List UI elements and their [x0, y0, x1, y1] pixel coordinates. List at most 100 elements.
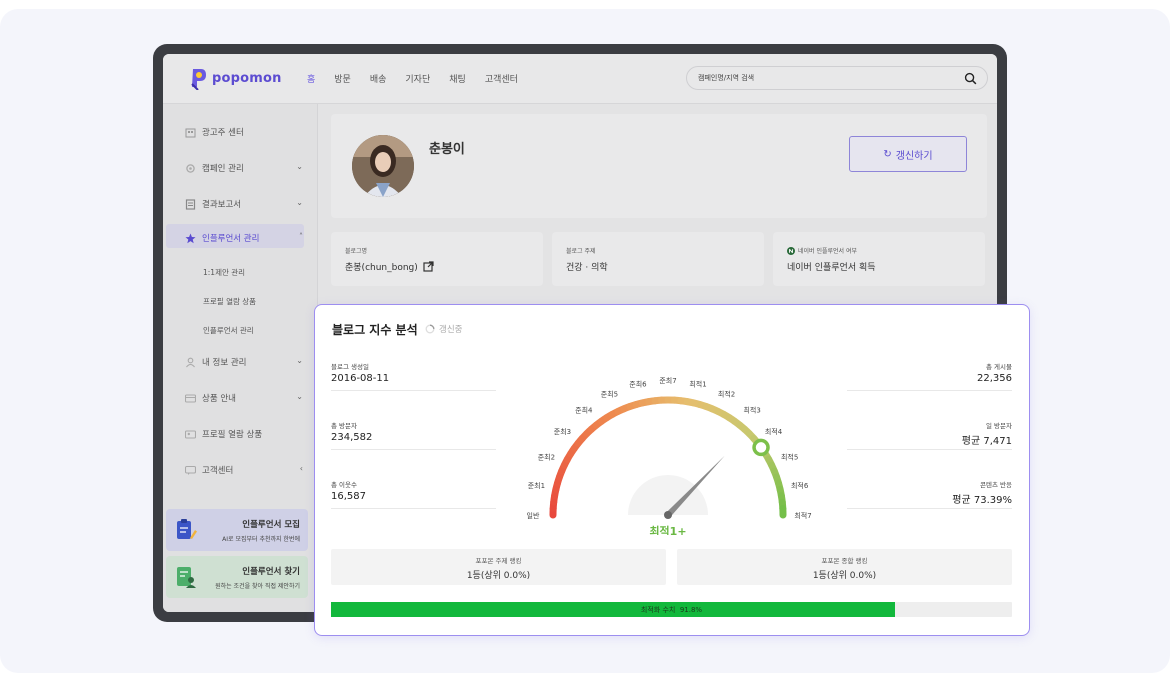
optimization-progress-bar: 최적화 수치 91.8%: [331, 602, 1012, 617]
sidebar-item-campaign[interactable]: 캠페인 관리: [185, 162, 244, 174]
ranking-topic: 포포몬 주제 랭킹 1등(상위 0.0%): [331, 549, 666, 585]
sidebar-subitem-influencer-manage[interactable]: 인플루언서 관리: [203, 325, 254, 336]
refresh-button[interactable]: ↻ 갱신하기: [849, 136, 967, 172]
gauge-level-label: 최적6: [791, 481, 809, 490]
sidebar-item-product-guide[interactable]: 상품 안내: [185, 392, 236, 404]
stat-label: 총 게시물: [986, 363, 1012, 371]
avatar-photo-icon: [352, 135, 414, 197]
sidebar-item-my-info[interactable]: 내 정보 관리: [185, 356, 247, 368]
progress-label: 최적화 수치: [640, 606, 676, 614]
star-icon: [185, 233, 196, 243]
profile-name: 춘봉이: [429, 142, 465, 157]
promo-find-influencer[interactable]: 인플루언서 찾기 원하는 조건을 찾아 직접 제안하기: [166, 556, 308, 598]
profile-card: 춘봉이 ↻ 갱신하기: [331, 114, 987, 218]
naver-icon: [787, 246, 795, 255]
gauge-center-glow: [628, 475, 708, 515]
clipboard-pen-icon: [177, 519, 197, 539]
refresh-icon: ↻: [883, 148, 892, 160]
info-card-label: 블로그명: [345, 248, 368, 255]
stat-total-posts: 총 게시물 22,356: [847, 361, 1012, 391]
info-card-label: 블로그 주제: [566, 248, 596, 255]
promo-recruit-influencer[interactable]: 인플루언서 모집 AI로 모집부터 추천까지 한번에: [166, 509, 308, 551]
gauge-level-label: 최적7: [794, 511, 811, 520]
sidebar-item-label: 캠페인 관리: [202, 164, 244, 174]
stat-daily-visitors: 일 방문자 평균 7,471: [847, 420, 1012, 450]
gauge-level-label: 준최3: [554, 427, 571, 436]
gear-icon: [186, 163, 195, 173]
chevron-down-icon[interactable]: ⌄: [296, 198, 303, 207]
chevron-down-icon[interactable]: ⌄: [296, 392, 303, 401]
stat-value: 평균 7,471: [961, 436, 1012, 447]
info-card-value-row: 네이버 인플루언서 획득: [787, 260, 876, 273]
sidebar-item-customer-center[interactable]: 고객센터: [185, 464, 233, 476]
nav-support[interactable]: 고객센터: [485, 72, 518, 85]
info-card-value: 네이버 인플루언서 획득: [787, 263, 876, 273]
card-icon: [185, 393, 196, 403]
chat-icon: [185, 465, 196, 475]
gauge-level-label: 준최2: [538, 452, 555, 461]
loading-spinner-icon: [425, 324, 435, 334]
info-card-value: 건강 · 의학: [566, 263, 608, 273]
brand-logo[interactable]: popomon: [189, 66, 282, 90]
ranking-value: 1등(상위 0.0%): [812, 571, 877, 581]
refresh-button-label: 갱신하기: [895, 150, 933, 162]
gauge-current-label: 최적1+: [649, 524, 686, 535]
chevron-left-icon[interactable]: ‹: [300, 464, 303, 473]
info-card-naver-influencer: 네이버 인플루언서 여부 네이버 인플루언서 획득: [773, 232, 985, 286]
search-input[interactable]: 캠페인명/지역 검색: [686, 66, 988, 90]
stat-label: 총 이웃수: [331, 481, 357, 489]
blog-index-analysis-card: 블로그 지수 분석 갱신중 블로그 생성일 2016-08-11 총 방문자 2…: [314, 304, 1030, 636]
stat-blog-created: 블로그 생성일 2016-08-11: [331, 361, 496, 391]
gauge-level-label: 준최6: [629, 379, 647, 388]
promo-subtitle: 원하는 조건을 찾아 직접 제안하기: [215, 583, 300, 590]
avatar: [352, 135, 414, 197]
sidebar-item-influencer[interactable]: 인플루언서 관리: [185, 232, 259, 244]
person-icon: [186, 357, 195, 367]
sidebar-item-label: 광고주 센터: [202, 128, 244, 138]
sidebar: 광고주 센터 캠페인 관리 ⌄ 결과보고서 ⌄ 인플루언서 관리 ˄ 1:1제안…: [163, 104, 318, 612]
external-link-icon[interactable]: [423, 261, 434, 272]
stat-label: 일 방문자: [986, 422, 1012, 430]
gauge-level-label: 준최4: [575, 405, 593, 414]
chevron-up-icon[interactable]: ˄: [299, 232, 303, 241]
nav-chat[interactable]: 채팅: [449, 72, 466, 85]
sidebar-item-report[interactable]: 결과보고서: [185, 198, 241, 210]
nav-reporters[interactable]: 기자단: [405, 72, 430, 85]
gauge-level-label: 준최5: [601, 389, 618, 398]
stat-label: 총 방문자: [331, 422, 357, 430]
brand-name: popomon: [212, 70, 282, 86]
ranking-label: 포포몬 종합 랭킹: [821, 557, 868, 565]
search-icon[interactable]: [964, 72, 977, 85]
chevron-down-icon[interactable]: ⌄: [296, 162, 303, 171]
chevron-down-icon[interactable]: ⌄: [296, 356, 303, 365]
ranking-overall: 포포몬 종합 랭킹 1등(상위 0.0%): [677, 549, 1012, 585]
sidebar-subitem-proposal[interactable]: 1:1제안 관리: [203, 267, 245, 278]
sidebar-item-label: 내 정보 관리: [202, 358, 247, 368]
gauge-level-label: 최적3: [743, 405, 760, 414]
gauge-needle-hub: [664, 511, 672, 519]
profile-card-icon: [185, 429, 196, 439]
analysis-status: 갱신중: [425, 323, 462, 335]
ranking-value: 1등(상위 0.0%): [466, 571, 531, 581]
sidebar-item-label: 고객센터: [202, 466, 234, 476]
sidebar-item-label: 상품 안내: [202, 394, 236, 404]
nav-visit[interactable]: 방문: [334, 72, 351, 85]
ranking-label: 포포몬 주제 랭킹: [475, 557, 522, 565]
nav-delivery[interactable]: 배송: [370, 72, 387, 85]
promo-title: 인플루언서 찾기: [242, 567, 300, 577]
stat-label: 콘텐츠 반응: [980, 481, 1012, 489]
stat-value: 16,587: [331, 491, 366, 502]
report-icon: [185, 198, 196, 210]
top-navbar: popomon 홈 방문 배송 기자단 채팅 고객센터 캠페인명/지역 검색: [163, 54, 997, 104]
main-nav: 홈 방문 배송 기자단 채팅 고객센터: [307, 72, 537, 85]
sidebar-item-advertiser-center[interactable]: 광고주 센터: [185, 126, 244, 138]
info-card-value-row: 건강 · 의학: [566, 260, 608, 273]
gauge-current-marker: [752, 438, 770, 457]
info-card-label-row: 네이버 인플루언서 여부: [787, 246, 857, 255]
stat-value: 평균 73.39%: [952, 495, 1012, 506]
stat-total-visitors: 총 방문자 234,582: [331, 420, 496, 450]
sidebar-item-profile-product[interactable]: 프로필 열람 상품: [185, 428, 262, 440]
sidebar-subitem-profile-product[interactable]: 프로필 열람 상품: [203, 296, 256, 307]
nav-home[interactable]: 홈: [307, 72, 315, 85]
sidebar-item-label: 인플루언서 관리: [202, 234, 260, 244]
